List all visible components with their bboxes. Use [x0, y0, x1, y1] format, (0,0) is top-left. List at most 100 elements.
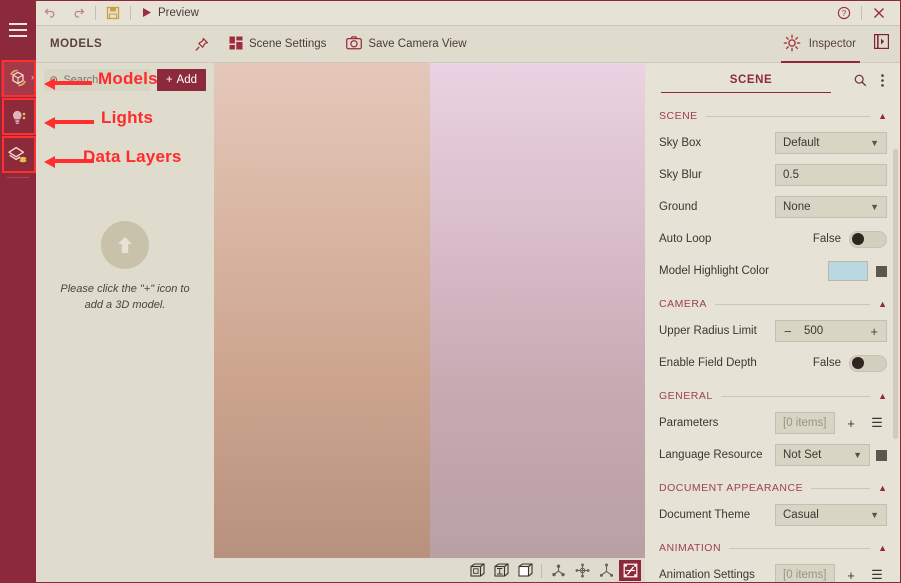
pin-button[interactable]	[184, 26, 219, 63]
edit-path-icon	[623, 563, 637, 578]
color-picker-button[interactable]	[876, 265, 887, 277]
group-rule	[720, 395, 871, 397]
chevron-up-icon: ▲	[878, 299, 887, 309]
viewport-toolbar-divider	[541, 563, 542, 578]
solid-box-button[interactable]	[514, 560, 536, 581]
group-rule	[729, 547, 871, 549]
parameters-list[interactable]: [0 items]	[775, 412, 835, 434]
models-panel-toolbar: + Add	[36, 63, 214, 91]
chevron-down-icon: ▼	[870, 510, 879, 520]
animation-settings-list[interactable]: [0 items]	[775, 564, 835, 583]
add-model-button[interactable]: + Add	[156, 69, 206, 91]
animation-settings-add-button[interactable]: +	[841, 565, 861, 583]
pivot-node-icon	[551, 564, 565, 577]
pivot-node-button[interactable]	[547, 560, 569, 581]
preview-label: Preview	[158, 6, 199, 19]
sky-box-select[interactable]: Default ▼	[775, 132, 887, 154]
scene-settings-label: Scene Settings	[249, 38, 327, 50]
row-ground: Ground None ▼	[659, 193, 887, 221]
color-swatch[interactable]	[828, 261, 868, 281]
tab-inspector-label: Inspector	[808, 38, 856, 50]
auto-loop-toggle[interactable]	[849, 230, 887, 248]
sky-box-value: Default	[783, 137, 820, 149]
axis-tripod-icon	[599, 563, 613, 577]
minus-icon[interactable]: −	[784, 324, 792, 339]
edit-path-button[interactable]	[619, 560, 641, 581]
svg-text:?: ?	[842, 9, 847, 18]
group-rule	[714, 303, 871, 305]
sky-blur-input[interactable]: 0.5	[775, 164, 887, 186]
chevron-up-icon: ▲	[878, 391, 887, 401]
bounding-box-button[interactable]	[466, 560, 488, 581]
scene-settings-button[interactable]: Scene Settings	[219, 26, 336, 63]
parameters-actions: + ☰	[841, 413, 887, 433]
viewport-toolbar	[214, 558, 645, 583]
app-window: Preview ? MODELS Scene Settings Save Cam…	[0, 0, 901, 583]
empty-state-text: Please click the "+" icon to add a 3D mo…	[60, 283, 190, 311]
row-label: Model Highlight Color	[659, 265, 769, 277]
search-box[interactable]	[44, 69, 151, 91]
redo-button[interactable]	[64, 0, 92, 26]
rail-item-lights[interactable]	[1, 98, 36, 135]
plus-icon[interactable]: +	[870, 324, 878, 339]
inspector-more-button[interactable]	[871, 69, 893, 91]
group-header-scene[interactable]: SCENE ▲	[659, 103, 887, 129]
row-label: Animation Settings	[659, 569, 755, 581]
search-input[interactable]	[63, 74, 145, 86]
group-label: CAMERA	[659, 298, 707, 310]
save-camera-view-button[interactable]: Save Camera View	[336, 26, 476, 63]
help-button[interactable]: ?	[830, 0, 858, 26]
row-model-highlight-color: Model Highlight Color	[659, 257, 887, 285]
chevron-down-icon: ▼	[870, 138, 879, 148]
toolbar-divider-3	[861, 5, 862, 20]
undo-button[interactable]	[36, 0, 64, 26]
left-rail: ›	[0, 0, 36, 583]
rail-item-data-layers[interactable]	[1, 136, 36, 173]
rail-item-models[interactable]: ›	[1, 60, 36, 97]
search-icon	[854, 74, 866, 86]
camera-icon	[346, 35, 363, 53]
preview-button[interactable]: Preview	[134, 0, 207, 26]
upper-radius-limit-stepper[interactable]: − 500 +	[775, 320, 887, 342]
language-resource-select[interactable]: Not Set ▼	[775, 444, 870, 466]
rail-divider	[7, 177, 29, 178]
save-camera-view-label: Save Camera View	[368, 38, 467, 50]
pin-icon	[195, 37, 209, 51]
row-label: Ground	[659, 201, 698, 213]
layers-coins-icon	[8, 146, 27, 162]
row-label: Language Resource	[659, 449, 763, 461]
group-rule	[705, 115, 871, 117]
viewport-3d[interactable]	[214, 63, 645, 583]
group-header-camera[interactable]: CAMERA ▲	[659, 291, 887, 317]
save-button[interactable]	[99, 0, 127, 26]
axis-tripod-button[interactable]	[595, 560, 617, 581]
auto-loop-value: False	[812, 233, 841, 245]
skybox-right	[429, 63, 645, 583]
ground-select[interactable]: None ▼	[775, 196, 887, 218]
close-button[interactable]	[865, 0, 893, 26]
move-gizmo-button[interactable]	[571, 560, 593, 581]
group-label: SCENE	[659, 110, 698, 122]
row-parameters: Parameters [0 items] + ☰	[659, 409, 887, 437]
tab-inspector[interactable]: Inspector	[773, 26, 868, 63]
row-sky-blur: Sky Blur 0.5	[659, 161, 887, 189]
parameters-menu-button[interactable]: ☰	[867, 413, 887, 433]
row-animation-settings: Animation Settings [0 items] + ☰	[659, 561, 887, 583]
toolbar-divider-1	[95, 5, 96, 20]
parameters-add-button[interactable]: +	[841, 413, 861, 433]
enable-field-depth-toggle[interactable]	[849, 354, 887, 372]
inspector-search-button[interactable]	[849, 69, 871, 91]
animation-settings-menu-button[interactable]: ☰	[867, 565, 887, 583]
document-theme-select[interactable]: Casual ▼	[775, 504, 887, 526]
inspector-body: SCENE ▲ Sky Box Default ▼ Sky Blur 0.5 G…	[645, 103, 901, 583]
language-resource-clear-button[interactable]	[876, 449, 887, 461]
panel-toggle-button[interactable]	[874, 34, 901, 54]
inspector-scrollbar[interactable]	[893, 149, 898, 439]
group-header-document-appearance[interactable]: DOCUMENT APPEARANCE ▲	[659, 475, 887, 501]
group-header-animation[interactable]: ANIMATION ▲	[659, 535, 887, 561]
menu-button[interactable]	[0, 0, 36, 60]
animation-settings-value: [0 items]	[783, 569, 827, 581]
group-header-general[interactable]: GENERAL ▲	[659, 383, 887, 409]
document-theme-value: Casual	[783, 509, 819, 521]
wireframe-box-button[interactable]	[490, 560, 512, 581]
